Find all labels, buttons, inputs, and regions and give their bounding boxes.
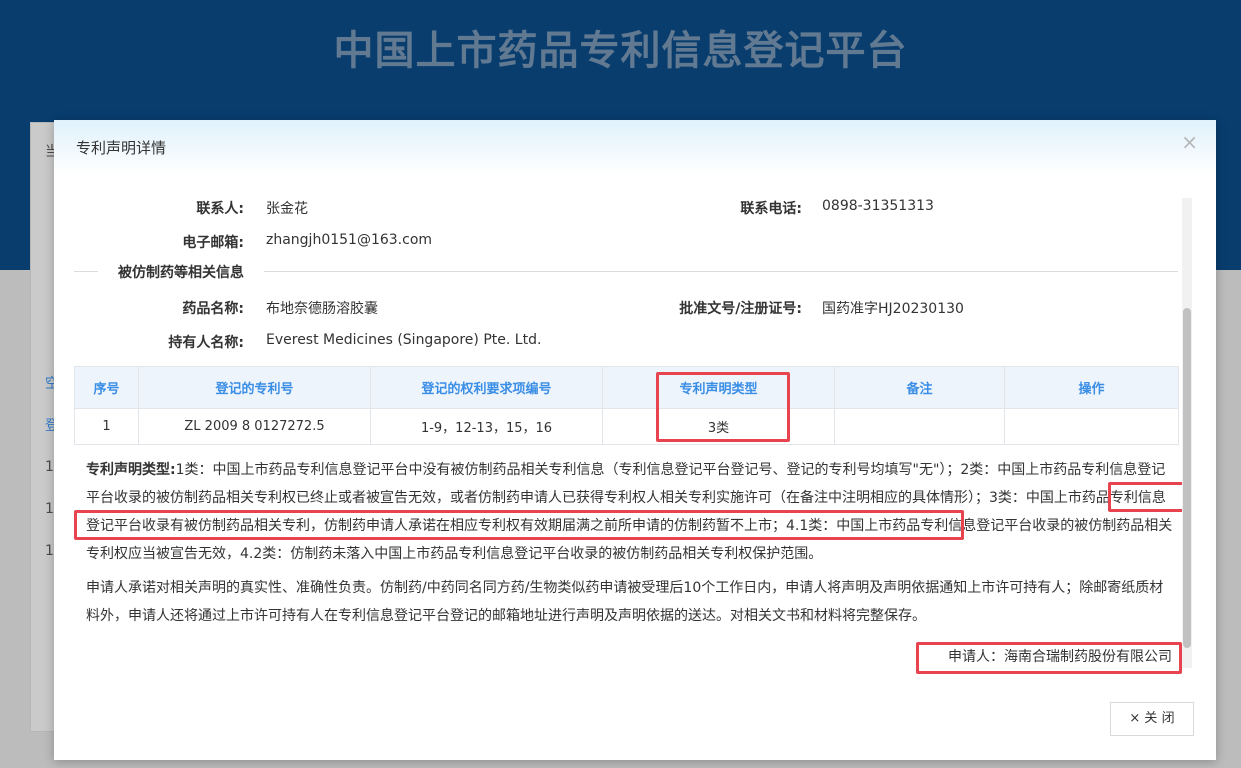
approval-label: 批准文号/注册证号: [679,301,802,317]
statement-type-description: 专利声明类型:1类：中国上市药品专利信息登记平台中没有被仿制药品相关专利信息（专… [86,456,1176,568]
holder-label: 持有人名称: [168,335,244,351]
cell-claims: 1-9，12-13，15，16 [370,408,603,445]
drug-name-value: 布地奈德肠溶胶囊 [266,301,378,317]
section-title: 被仿制药等相关信息 [98,262,264,282]
drug-name-label: 药品名称: [182,301,244,317]
col-header-claims: 登记的权利要求项编号 [370,366,603,409]
col-header-statement-type: 专利声明类型 [602,366,835,409]
cell-remark [834,408,1005,445]
phone-label: 联系电话: [740,201,802,217]
email-value: zhangjh0151@163.com [266,232,433,248]
description-label: 专利声明类型: [86,462,176,478]
modal-title: 专利声明详情 [76,139,167,157]
col-header-remark: 备注 [834,366,1005,409]
cell-statement-type: 3类 [602,408,835,445]
cell-action [1004,408,1179,445]
commitment-text: 申请人承诺对相关声明的真实性、准确性负责。仿制药/中药同名同方药/生物类似药申请… [86,580,1164,624]
contact-label: 联系人: [196,201,244,217]
cell-index: 1 [74,408,139,445]
scrollbar[interactable] [1182,198,1192,668]
modal-content: 联系人: 张金花 联系电话: 0898-31351313 电子邮箱: zhang… [74,180,1188,680]
table-row: 1 ZL 2009 8 0127272.5 1-9，12-13，15，16 3类 [74,408,1179,445]
scrollbar-thumb[interactable] [1183,308,1191,648]
contact-value: 张金花 [266,201,308,217]
col-header-action: 操作 [1004,366,1179,409]
col-header-index: 序号 [74,366,139,409]
email-label: 电子邮箱: [182,235,244,251]
col-header-patent-no: 登记的专利号 [138,366,371,409]
cell-patent-no: ZL 2009 8 0127272.5 [138,408,371,445]
modal-header: 专利声明详情 × [54,120,1216,174]
applicant-name: 申请人：海南合瑞制药股份有限公司 [948,649,1172,665]
patent-statement-modal: 专利声明详情 × 联系人: 张金花 联系电话: 0898-31351313 电子… [54,120,1216,760]
holder-value: Everest Medicines (Singapore) Pte. Ltd. [266,332,542,348]
close-button[interactable]: × 关 闭 [1110,702,1194,736]
patent-table: 序号 登记的专利号 登记的权利要求项编号 专利声明类型 备注 操作 1 ZL 2… [74,366,1179,445]
approval-value: 国药准字HJ20230130 [822,301,964,317]
table-header-row: 序号 登记的专利号 登记的权利要求项编号 专利声明类型 备注 操作 [74,366,1179,409]
phone-value: 0898-31351313 [822,198,934,214]
close-icon[interactable]: × [1181,130,1198,154]
